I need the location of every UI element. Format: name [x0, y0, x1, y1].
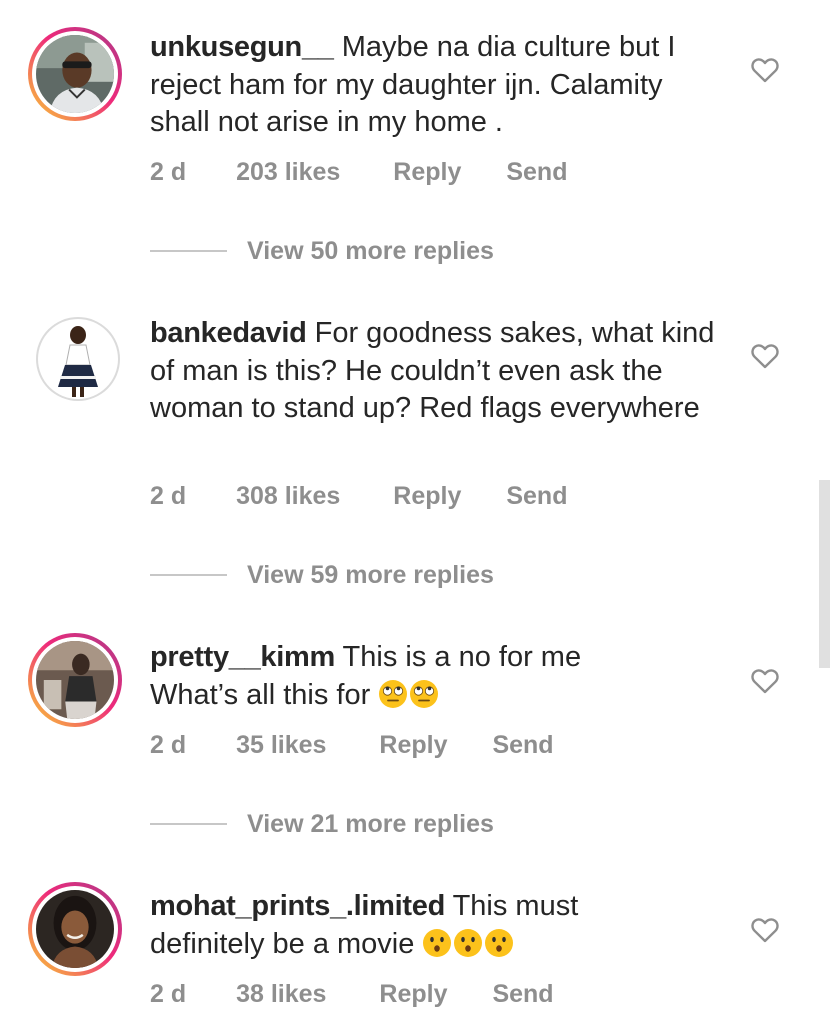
face-with-rolling-eyes-icon [378, 679, 408, 709]
comment-likes[interactable]: 308 likes [236, 481, 340, 511]
comment-text: mohat_prints_.limited This must definite… [150, 888, 630, 963]
view-replies-label[interactable]: View 21 more replies [247, 810, 494, 839]
avatar-ring[interactable] [36, 317, 120, 401]
avatar[interactable] [36, 641, 114, 719]
avatar-story-ring[interactable] [28, 633, 122, 727]
send-button[interactable]: Send [506, 157, 567, 187]
hushed-face-icon [484, 928, 514, 958]
comment-likes[interactable]: 38 likes [236, 979, 326, 1009]
replies-divider-line [150, 823, 227, 825]
send-button[interactable]: Send [492, 979, 553, 1009]
comment-meta: 2 d 35 likes Reply Send [150, 730, 554, 760]
hushed-face-icon [422, 928, 452, 958]
send-button[interactable]: Send [506, 481, 567, 511]
comment-time: 2 d [150, 158, 187, 186]
heart-icon[interactable] [751, 343, 779, 369]
view-replies-label[interactable]: View 50 more replies [247, 237, 494, 266]
comment-meta: 2 d 203 likes Reply Send [150, 157, 567, 187]
comment-meta: 2 d 38 likes Reply Send [150, 979, 554, 1009]
view-replies-label[interactable]: View 59 more replies [247, 561, 494, 590]
comment-time: 2 d [150, 482, 187, 510]
heart-icon[interactable] [751, 57, 779, 83]
reply-button[interactable]: Reply [379, 730, 447, 760]
comment-text: pretty__kimm This is a no for me What’s … [150, 639, 620, 714]
comment-username[interactable]: mohat_prints_.limited [150, 890, 445, 922]
scrollbar[interactable] [819, 480, 830, 668]
avatar-story-ring[interactable] [28, 882, 122, 976]
face-with-rolling-eyes-icon [409, 679, 439, 709]
reply-button[interactable]: Reply [393, 157, 461, 187]
comment-likes[interactable]: 203 likes [236, 157, 340, 187]
avatar[interactable] [36, 35, 114, 113]
avatar[interactable] [36, 890, 114, 968]
comment-username[interactable]: unkusegun__ [150, 31, 334, 63]
comment-text: bankedavid For goodness sakes, what kind… [150, 315, 720, 428]
replies-divider-line [150, 250, 227, 252]
replies-divider-line [150, 574, 227, 576]
comment-likes[interactable]: 35 likes [236, 730, 326, 760]
reply-button[interactable]: Reply [393, 481, 461, 511]
heart-icon[interactable] [751, 917, 779, 943]
comment-time: 2 d [150, 980, 187, 1008]
view-replies-button[interactable]: View 59 more replies [150, 560, 494, 590]
send-button[interactable]: Send [492, 730, 553, 760]
hushed-face-icon [453, 928, 483, 958]
view-replies-button[interactable]: View 21 more replies [150, 809, 494, 839]
comment-username[interactable]: pretty__kimm [150, 641, 335, 673]
heart-icon[interactable] [751, 668, 779, 694]
avatar[interactable] [38, 319, 118, 399]
avatar-story-ring[interactable] [28, 27, 122, 121]
comment-meta: 2 d 308 likes Reply Send [150, 481, 567, 511]
comment-text: unkusegun__ Maybe na dia culture but I r… [150, 29, 720, 142]
comment-username[interactable]: bankedavid [150, 317, 307, 349]
reply-button[interactable]: Reply [379, 979, 447, 1009]
view-replies-button[interactable]: View 50 more replies [150, 236, 494, 266]
comment-time: 2 d [150, 731, 187, 759]
